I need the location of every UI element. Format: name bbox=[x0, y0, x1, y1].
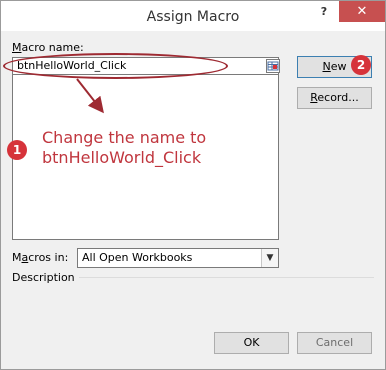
macro-name-label-rest: acro name: bbox=[21, 41, 84, 54]
annotation-line-2: btnHelloWorld_Click bbox=[42, 148, 202, 167]
description-divider bbox=[79, 277, 374, 278]
new-access-key: N bbox=[322, 60, 331, 73]
macro-name-label: Macro name: bbox=[12, 41, 84, 54]
step-badge-2: 2 bbox=[351, 55, 371, 75]
close-button[interactable]: ✕ bbox=[339, 1, 385, 22]
new-label-rest: ew bbox=[330, 60, 347, 73]
macro-name-access-key: M bbox=[12, 41, 22, 54]
annotation-line-1: Change the name to bbox=[42, 128, 207, 147]
macros-in-rest: cros in: bbox=[28, 251, 69, 264]
description-label: Description bbox=[12, 271, 75, 284]
ok-button[interactable]: OK bbox=[214, 332, 289, 354]
record-label-rest: ecord... bbox=[317, 91, 359, 104]
help-button[interactable]: ? bbox=[311, 1, 337, 22]
macros-in-value: All Open Workbooks bbox=[82, 251, 193, 264]
range-selector-icon[interactable] bbox=[266, 59, 280, 73]
step-badge-1: 1 bbox=[7, 140, 27, 160]
record-button[interactable]: Record... bbox=[297, 87, 372, 109]
macros-in-dropdown[interactable]: All Open Workbooks ▼ bbox=[77, 248, 279, 268]
callout-ellipse bbox=[3, 53, 228, 79]
macros-in-pre: M bbox=[12, 251, 22, 264]
macros-in-label: Macros in: bbox=[12, 251, 68, 264]
title-bar: Assign Macro ? ✕ bbox=[1, 1, 385, 31]
annotation-text: Change the name to btnHelloWorld_Click bbox=[42, 128, 272, 168]
cancel-button[interactable]: Cancel bbox=[297, 332, 372, 354]
chevron-down-icon[interactable]: ▼ bbox=[261, 249, 278, 267]
